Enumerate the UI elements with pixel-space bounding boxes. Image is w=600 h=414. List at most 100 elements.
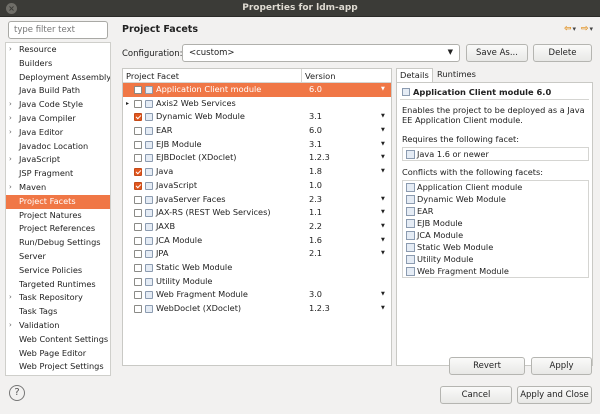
- facet-checkbox[interactable]: [134, 181, 142, 190]
- table-row[interactable]: WebDoclet (XDoclet) 1.2.3 ▼: [123, 302, 391, 316]
- table-row[interactable]: EJBDoclet (XDoclet) 1.2.3 ▼: [123, 151, 391, 165]
- sidebar-item[interactable]: Javadoc Location: [6, 140, 110, 154]
- sidebar-item[interactable]: Project Natures: [6, 209, 110, 223]
- apply-button[interactable]: Apply: [531, 357, 592, 375]
- sidebar-item[interactable]: Web Page Editor: [6, 347, 110, 361]
- facet-version[interactable]: 1.2.3: [309, 302, 330, 316]
- facet-version[interactable]: 3.1: [309, 138, 322, 152]
- revert-button[interactable]: Revert: [449, 357, 525, 375]
- sidebar-item[interactable]: Project Facets: [6, 194, 110, 209]
- sidebar-item[interactable]: Web Content Settings: [6, 333, 110, 347]
- facet-checkbox[interactable]: [134, 127, 142, 136]
- apply-and-close-button[interactable]: Apply and Close: [517, 386, 592, 404]
- sidebar-item[interactable]: › Resource: [6, 43, 110, 57]
- sidebar-item[interactable]: Project References: [6, 222, 110, 236]
- sidebar-item[interactable]: Deployment Assembly: [6, 71, 110, 85]
- facet-checkbox[interactable]: [134, 250, 142, 259]
- back-arrow-icon[interactable]: ⇦: [564, 24, 573, 34]
- table-row[interactable]: JAXB 2.2 ▼: [123, 220, 391, 234]
- sidebar-item[interactable]: Run/Debug Settings: [6, 236, 110, 250]
- facet-checkbox[interactable]: [134, 305, 142, 313]
- chevron-down-icon[interactable]: ▼: [381, 138, 385, 152]
- sidebar-item[interactable]: › Validation: [6, 319, 110, 333]
- help-icon[interactable]: ?: [9, 385, 25, 401]
- chevron-right-icon[interactable]: ›: [9, 98, 12, 112]
- sidebar-item[interactable]: Web Project Settings: [6, 360, 110, 374]
- chevron-down-icon[interactable]: ▼: [381, 83, 385, 97]
- sidebar-item[interactable]: › Task Repository: [6, 291, 110, 305]
- facet-version[interactable]: 3.1: [309, 110, 322, 124]
- facet-version[interactable]: 6.0: [309, 124, 322, 138]
- sidebar-item[interactable]: Builders: [6, 57, 110, 71]
- facet-version[interactable]: 1.1: [309, 206, 322, 220]
- facet-version[interactable]: 1.2.3: [309, 151, 330, 165]
- table-row[interactable]: Static Web Module: [123, 261, 391, 275]
- facet-version[interactable]: 1.0: [309, 179, 322, 193]
- sidebar-item[interactable]: › Java Editor: [6, 126, 110, 140]
- save-as-button[interactable]: Save As...: [466, 44, 528, 62]
- chevron-down-icon[interactable]: ▼: [381, 193, 385, 207]
- sidebar-item[interactable]: › Maven: [6, 181, 110, 195]
- table-row[interactable]: JavaScript 1.0: [123, 179, 391, 193]
- column-header-facet[interactable]: Project Facet: [126, 69, 179, 83]
- sidebar-item[interactable]: Targeted Runtimes: [6, 278, 110, 292]
- table-row[interactable]: Java 1.8 ▼: [123, 165, 391, 179]
- chevron-right-icon[interactable]: ›: [9, 291, 12, 305]
- table-row[interactable]: JAX-RS (REST Web Services) 1.1 ▼: [123, 206, 391, 220]
- filter-input[interactable]: [8, 21, 108, 39]
- table-row[interactable]: Application Client module 6.0 ▼: [123, 83, 391, 97]
- table-row[interactable]: Dynamic Web Module 3.1 ▼: [123, 110, 391, 124]
- facet-checkbox[interactable]: [134, 168, 142, 177]
- chevron-right-icon[interactable]: ›: [9, 319, 12, 333]
- facet-version[interactable]: 2.2: [309, 220, 322, 234]
- facet-version[interactable]: 3.0: [309, 288, 322, 302]
- facet-checkbox[interactable]: [134, 154, 142, 163]
- chevron-down-icon[interactable]: ▼: [381, 220, 385, 234]
- sidebar-item[interactable]: Task Tags: [6, 305, 110, 319]
- facet-version[interactable]: 1.6: [309, 234, 322, 248]
- sidebar-item[interactable]: JSP Fragment: [6, 167, 110, 181]
- chevron-down-icon[interactable]: ▼: [381, 234, 385, 248]
- facet-checkbox[interactable]: [134, 99, 142, 108]
- table-row[interactable]: ▸ Axis2 Web Services: [123, 97, 391, 111]
- chevron-down-icon[interactable]: ▼: [381, 151, 385, 165]
- pane-sash[interactable]: [113, 20, 116, 380]
- sidebar-item[interactable]: › Java Code Style: [6, 98, 110, 112]
- table-row[interactable]: EJB Module 3.1 ▼: [123, 138, 391, 152]
- chevron-right-icon[interactable]: ›: [9, 43, 12, 57]
- chevron-right-icon[interactable]: ›: [9, 153, 12, 167]
- sidebar-item[interactable]: Server: [6, 250, 110, 264]
- column-header-version[interactable]: Version: [305, 69, 336, 83]
- chevron-right-icon[interactable]: ›: [9, 181, 12, 195]
- facet-checkbox[interactable]: [134, 140, 142, 149]
- facet-version[interactable]: 1.8: [309, 165, 322, 179]
- chevron-right-icon[interactable]: ›: [9, 112, 12, 126]
- chevron-down-icon[interactable]: ▼: [381, 247, 385, 261]
- configuration-combo[interactable]: <custom> ▼: [182, 44, 460, 62]
- facet-checkbox[interactable]: [134, 236, 142, 245]
- facet-checkbox[interactable]: [134, 291, 142, 300]
- facet-version[interactable]: 6.0: [309, 83, 322, 97]
- tab-details[interactable]: Details: [396, 68, 433, 82]
- chevron-down-icon[interactable]: ▼: [381, 288, 385, 302]
- chevron-right-icon[interactable]: ▸: [126, 97, 129, 111]
- chevron-down-icon[interactable]: ▼: [381, 124, 385, 138]
- chevron-down-icon[interactable]: ▼: [381, 110, 385, 124]
- facet-checkbox[interactable]: [134, 263, 142, 272]
- table-row[interactable]: Utility Module: [123, 275, 391, 289]
- forward-menu-icon[interactable]: ▾: [589, 25, 594, 33]
- chevron-down-icon[interactable]: ▼: [381, 206, 385, 220]
- facet-checkbox[interactable]: [134, 209, 142, 218]
- table-row[interactable]: JCA Module 1.6 ▼: [123, 234, 391, 248]
- sidebar-item[interactable]: Java Build Path: [6, 84, 110, 98]
- cancel-button[interactable]: Cancel: [440, 386, 512, 404]
- facet-checkbox[interactable]: [134, 86, 142, 94]
- chevron-down-icon[interactable]: ▼: [381, 165, 385, 179]
- facet-checkbox[interactable]: [134, 113, 142, 122]
- table-row[interactable]: JavaServer Faces 2.3 ▼: [123, 193, 391, 207]
- delete-button[interactable]: Delete: [533, 44, 592, 62]
- facet-checkbox[interactable]: [134, 277, 142, 286]
- facet-checkbox[interactable]: [134, 222, 142, 231]
- sidebar-item[interactable]: › Java Compiler: [6, 112, 110, 126]
- back-menu-icon[interactable]: ▾: [573, 25, 578, 33]
